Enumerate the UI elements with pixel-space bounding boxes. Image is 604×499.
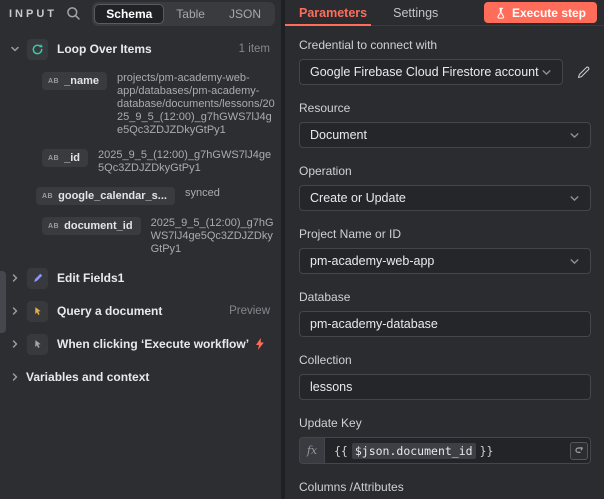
open-expression-editor-button[interactable] xyxy=(570,441,588,460)
schema-row-id: AB _id 2025_9_5_(12:00)_g7hGWS7lJ4ge5Qc3… xyxy=(0,149,281,175)
field-value: 2025_9_5_(12:00)_g7hGWS7lJ4ge5Qc3ZDJZDky… xyxy=(150,217,274,255)
field-label: Resource xyxy=(299,101,351,115)
field-operation: Operation Create or Update xyxy=(299,164,591,211)
lightning-icon xyxy=(255,338,265,350)
expression-text[interactable]: {{ $json.document_id }} xyxy=(324,437,591,464)
scrollbar-thumb[interactable] xyxy=(0,271,6,333)
operation-select[interactable]: Create or Update xyxy=(299,185,591,211)
schema-row-google-calendar: AB google_calendar_s... synced xyxy=(0,187,281,205)
field-resource: Resource Document xyxy=(299,101,591,148)
display-mode-tabs: Schema Table JSON xyxy=(92,1,275,26)
parameters-form: Credential to connect with Google Fireba… xyxy=(285,26,604,499)
string-type-icon: AB xyxy=(48,154,60,162)
chevron-down-icon xyxy=(569,130,580,141)
field-label: Operation xyxy=(299,164,352,178)
string-type-icon: AB xyxy=(48,77,60,85)
node-label: Variables and context xyxy=(26,370,150,384)
field-pill[interactable]: AB google_calendar_s... xyxy=(36,187,175,205)
node-label: When clicking ‘Execute workflow’ xyxy=(57,337,250,351)
expression-variable: $json.document_id xyxy=(351,442,476,459)
field-label: Columns /Attributes xyxy=(299,480,404,494)
tab-schema[interactable]: Schema xyxy=(94,3,165,24)
schema-field-list: AB _name projects/pm-academy-web-app/dat… xyxy=(0,72,281,256)
field-columns: Columns /Attributes xyxy=(299,480,591,499)
chevron-right-icon[interactable] xyxy=(8,372,22,382)
credential-select[interactable]: Google Firebase Cloud Firestore account xyxy=(299,59,563,85)
database-input[interactable] xyxy=(299,311,591,337)
string-type-icon: AB xyxy=(48,222,60,230)
parameters-panel: Parameters Settings Execute step Credent… xyxy=(285,0,604,499)
search-icon[interactable] xyxy=(66,6,81,21)
field-label: Collection xyxy=(299,353,352,367)
preview-link[interactable]: Preview xyxy=(229,305,270,317)
active-tab-underline xyxy=(285,24,371,26)
item-count: 1 item xyxy=(238,43,270,55)
chevron-down-icon[interactable] xyxy=(8,44,22,54)
field-credential: Credential to connect with Google Fireba… xyxy=(299,38,591,85)
input-panel-title: INPUT xyxy=(9,7,57,20)
chevron-right-icon[interactable] xyxy=(8,339,22,349)
node-row-loop-over-items[interactable]: Loop Over Items 1 item xyxy=(0,38,281,60)
node-row-edit-fields[interactable]: Edit Fields1 xyxy=(0,267,281,289)
chevron-down-icon xyxy=(541,67,552,78)
field-label: Credential to connect with xyxy=(299,38,438,52)
pencil-icon xyxy=(27,267,48,289)
execute-step-button[interactable]: Execute step xyxy=(483,2,597,23)
input-schema-tree: Loop Over Items 1 item AB _name projects… xyxy=(0,27,281,388)
field-label: Update Key xyxy=(299,416,362,430)
tab-json[interactable]: JSON xyxy=(217,4,273,24)
field-value: 2025_9_5_(12:00)_g7hGWS7lJ4ge5Qc3ZDJZDky… xyxy=(98,149,272,174)
collection-input[interactable] xyxy=(299,374,591,400)
input-panel: INPUT Schema Table JSON Loop Over Items … xyxy=(0,0,285,499)
edit-credential-pencil-icon[interactable] xyxy=(576,65,591,80)
string-type-icon: AB xyxy=(42,192,54,200)
cursor-icon xyxy=(27,333,48,355)
fx-icon: fx xyxy=(299,437,324,464)
field-label: Project Name or ID xyxy=(299,227,402,241)
tab-table[interactable]: Table xyxy=(164,4,217,24)
input-panel-header: INPUT Schema Table JSON xyxy=(0,0,281,27)
field-pill[interactable]: AB _id xyxy=(42,149,89,167)
chevron-right-icon[interactable] xyxy=(8,306,22,316)
chevron-down-icon xyxy=(569,256,580,267)
field-label: Database xyxy=(299,290,351,304)
query-document-icon xyxy=(27,300,48,322)
field-database: Database xyxy=(299,290,591,337)
loop-icon xyxy=(27,38,48,60)
schema-row-document-id: AB document_id 2025_9_5_(12:00)_g7hGWS7l… xyxy=(0,217,281,256)
parameters-panel-header: Parameters Settings Execute step xyxy=(285,0,604,26)
node-label: Edit Fields1 xyxy=(57,271,125,285)
update-key-expression-field[interactable]: fx {{ $json.document_id }} xyxy=(299,437,591,464)
resource-select[interactable]: Document xyxy=(299,122,591,148)
tab-settings[interactable]: Settings xyxy=(393,6,438,20)
node-row-query-document[interactable]: Query a document Preview xyxy=(0,300,281,322)
schema-row-name: AB _name projects/pm-academy-web-app/dat… xyxy=(0,72,281,137)
field-value: projects/pm-academy-web-app/databases/pm… xyxy=(116,72,275,136)
field-collection: Collection xyxy=(299,353,591,400)
field-pill[interactable]: AB document_id xyxy=(42,217,141,235)
flask-icon xyxy=(495,7,506,19)
field-project: Project Name or ID pm-academy-web-app xyxy=(299,227,591,274)
node-row-variables-context[interactable]: Variables and context xyxy=(0,366,281,388)
field-pill[interactable]: AB _name xyxy=(42,72,107,90)
node-label: Query a document xyxy=(57,304,163,318)
chevron-down-icon xyxy=(569,193,580,204)
project-select[interactable]: pm-academy-web-app xyxy=(299,248,591,274)
node-label: Loop Over Items xyxy=(57,42,152,56)
tab-parameters[interactable]: Parameters xyxy=(299,6,367,20)
field-value: synced xyxy=(184,187,220,199)
chevron-right-icon[interactable] xyxy=(8,273,22,283)
node-row-manual-trigger[interactable]: When clicking ‘Execute workflow’ xyxy=(0,333,281,355)
field-update-key: Update Key fx {{ $json.document_id }} xyxy=(299,416,591,464)
